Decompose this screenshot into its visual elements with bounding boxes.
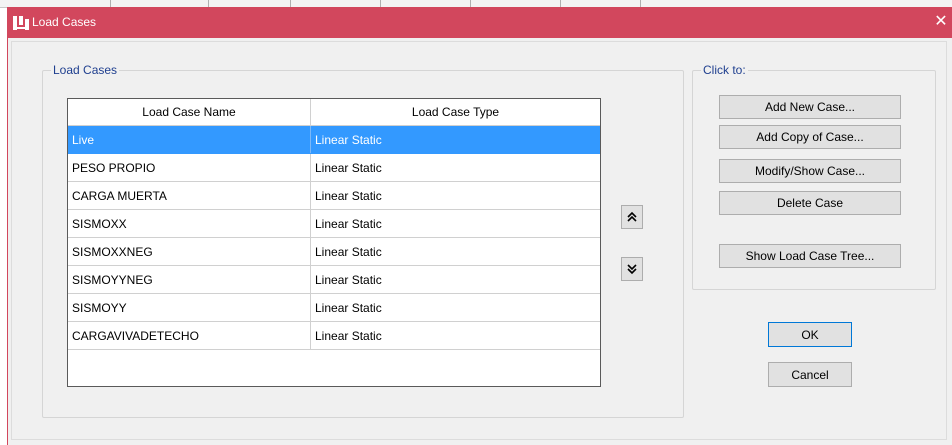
load-case-type: Linear Static [315,272,382,287]
double-chevron-down-icon [627,264,637,275]
table-row[interactable]: CARGAVIVADETECHO Linear Static [68,322,600,350]
column-header-type[interactable]: Load Case Type [311,99,600,125]
load-case-name: CARGA MUERTA [68,182,311,209]
double-chevron-up-icon [627,211,637,222]
add-copy-of-case-button[interactable]: Add Copy of Case... [719,125,901,149]
load-case-name: CARGAVIVADETECHO [68,322,311,349]
table-row[interactable]: PESO PROPIO Linear Static [68,154,600,182]
column-header-name[interactable]: Load Case Name [68,99,311,125]
cancel-button[interactable]: Cancel [768,362,852,387]
load-case-name: SISMOYY [68,294,311,321]
load-case-type: Linear Static [315,160,382,175]
table-row[interactable]: SISMOYY Linear Static [68,294,600,322]
close-icon[interactable]: ✕ [929,12,952,32]
table-header: Load Case Name Load Case Type [68,99,600,126]
load-case-name: SISMOYYNEG [68,266,311,293]
table-row[interactable]: SISMOXXNEG Linear Static [68,238,600,266]
window-title: Load Cases [32,15,97,29]
table-row[interactable]: SISMOXX Linear Static [68,210,600,238]
app-icon [13,16,29,30]
load-case-type: Linear Static [315,244,382,259]
show-load-case-tree-button[interactable]: Show Load Case Tree... [719,244,901,268]
load-case-name: SISMOXXNEG [68,238,311,265]
move-down-button[interactable] [621,257,643,281]
load-case-type: Linear Static [315,132,382,147]
title-bar[interactable]: Load Cases ✕ [8,7,952,38]
table-row[interactable]: Live Linear Static [68,126,600,154]
table-row[interactable]: CARGA MUERTA Linear Static [68,182,600,210]
load-case-table[interactable]: Load Case Name Load Case Type Live Linea… [67,98,601,387]
load-case-type: Linear Static [315,216,382,231]
modify-show-case-button[interactable]: Modify/Show Case... [719,159,901,183]
load-cases-dialog: Load Cases ✕ Load Cases Click to: Load C… [7,7,952,445]
load-case-name: SISMOXX [68,210,311,237]
ok-button[interactable]: OK [768,322,852,347]
load-case-type: Linear Static [315,300,382,315]
click-to-group-label: Click to: [701,63,748,77]
load-case-type: Linear Static [315,188,382,203]
load-case-type: Linear Static [315,328,382,343]
load-cases-group-label: Load Cases [51,63,120,77]
load-case-name: PESO PROPIO [68,154,311,181]
delete-case-button[interactable]: Delete Case [719,191,901,215]
load-case-name: Live [68,126,311,153]
table-row[interactable]: SISMOYYNEG Linear Static [68,266,600,294]
add-new-case-button[interactable]: Add New Case... [719,95,901,119]
move-up-button[interactable] [621,205,643,229]
